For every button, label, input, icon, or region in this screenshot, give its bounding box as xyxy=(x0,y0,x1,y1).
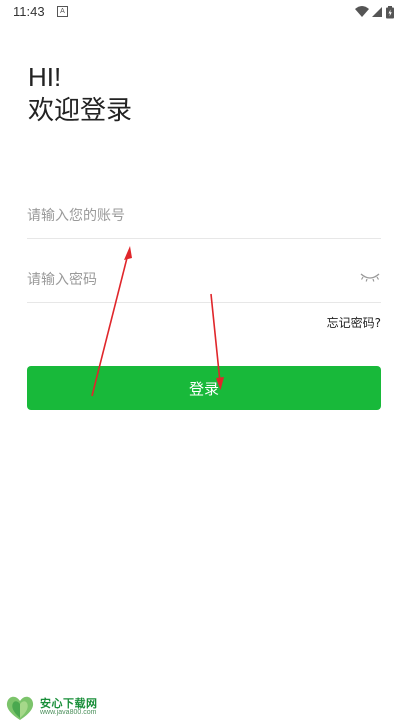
headline-greeting: HI! xyxy=(28,62,62,92)
notification-a-icon: A xyxy=(57,6,68,17)
status-icons xyxy=(355,6,394,19)
account-input[interactable] xyxy=(27,198,381,234)
signal-icon xyxy=(372,7,382,17)
battery-icon xyxy=(386,6,394,19)
forgot-password-link[interactable]: 忘记密码? xyxy=(327,314,381,331)
wifi-icon xyxy=(355,6,369,17)
login-button[interactable]: 登录 xyxy=(27,366,381,410)
eye-closed-icon[interactable] xyxy=(359,270,381,284)
login-screen: 11:43 A HI! 欢迎登录 请输入您的账号 忘记密码? 登录 安心下载网 … xyxy=(0,0,408,725)
password-field-container xyxy=(27,262,381,303)
status-time: 11:43 xyxy=(13,4,45,19)
account-field-container xyxy=(27,198,381,239)
headline-welcome: 欢迎登录 xyxy=(28,96,133,126)
password-input[interactable] xyxy=(27,262,381,298)
watermark: 安心下载网 www.java800.com xyxy=(4,694,124,722)
welcome-headline: HI! 欢迎登录 xyxy=(28,60,132,128)
watermark-url: www.java800.com xyxy=(40,709,97,716)
heart-leaf-logo xyxy=(6,696,34,720)
status-bar: 11:43 A xyxy=(0,0,408,24)
